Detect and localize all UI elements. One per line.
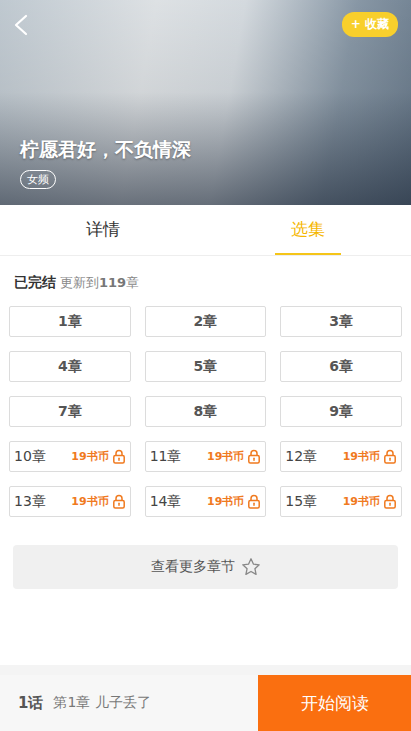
book-title: 柠愿君好，不负情深: [20, 137, 191, 163]
chapter-button[interactable]: 8章: [145, 396, 267, 427]
price-text: 19书币: [207, 449, 244, 464]
more-chapters-label: 查看更多章节: [151, 558, 235, 576]
lock-icon: [247, 494, 261, 509]
price-text: 19书币: [207, 494, 244, 509]
chapter-button[interactable]: 3章: [280, 306, 402, 337]
price-text: 19书币: [343, 494, 380, 509]
price-text: 19书币: [71, 494, 108, 509]
cover-header: + 收藏柠愿君好，不负情深女频: [0, 0, 411, 205]
chapter-button[interactable]: 4章: [9, 351, 131, 382]
chapter-price: 19书币: [71, 494, 125, 509]
chapter-price: 19书币: [343, 449, 397, 464]
chapter-label: 5章: [194, 358, 218, 376]
chapter-label: 11章: [150, 448, 182, 466]
status-state: 已完结: [14, 274, 56, 292]
chapter-label: 13章: [14, 493, 46, 511]
chapter-price: 19书币: [207, 449, 261, 464]
chapter-button[interactable]: 15章 19书币: [280, 486, 402, 517]
chapter-label: 2章: [194, 313, 218, 331]
top-row: + 收藏: [20, 12, 398, 37]
chapter-grid: 1章2章3章4章5章6章7章8章9章10章19书币11章19书币12章19书币1…: [0, 306, 411, 517]
lock-icon: [112, 494, 126, 509]
chapter-button[interactable]: 12章 19书币: [280, 441, 402, 472]
chapter-button[interactable]: 1章: [9, 306, 131, 337]
tab[interactable]: 选集: [206, 205, 411, 255]
book-page: + 收藏柠愿君好，不负情深女频详情选集已完结更新到119章1章2章3章4章5章6…: [0, 0, 411, 731]
chapter-label: 6章: [329, 358, 353, 376]
reading-progress: 1话第1章 儿子丢了: [0, 675, 258, 731]
chapter-button[interactable]: 5章: [145, 351, 267, 382]
chapter-title: 第1章 儿子丢了: [53, 694, 150, 712]
chapter-label: 15章: [285, 493, 317, 511]
chapter-label: 9章: [329, 403, 353, 421]
lock-icon: [383, 494, 397, 509]
chapter-label: 10章: [14, 448, 46, 466]
chapter-button[interactable]: 10章 19书币: [9, 441, 131, 472]
chapter-button[interactable]: 14章 19书币: [145, 486, 267, 517]
chapter-label: 7章: [58, 403, 82, 421]
chapter-label: 12章: [285, 448, 317, 466]
price-text: 19书币: [71, 449, 108, 464]
status-row: 已完结更新到119章: [0, 256, 411, 306]
collect-button[interactable]: + 收藏: [342, 12, 398, 37]
back-arrow-icon[interactable]: [12, 14, 32, 36]
chapter-button[interactable]: 9章: [280, 396, 402, 427]
title-block: 柠愿君好，不负情深女频: [20, 137, 398, 189]
update-info: 更新到119章: [60, 274, 139, 292]
book-tag: 女频: [20, 170, 56, 189]
chapter-label: 8章: [194, 403, 218, 421]
chapter-button[interactable]: 13章 19书币: [9, 486, 131, 517]
chapter-label: 3章: [329, 313, 353, 331]
chapter-label: 14章: [150, 493, 182, 511]
tab-bar: 详情 选集: [0, 205, 411, 256]
lock-icon: [247, 449, 261, 464]
chapter-label: 1章: [58, 313, 82, 331]
chapter-button[interactable]: 6章: [280, 351, 402, 382]
chapter-price: 19书币: [207, 494, 261, 509]
price-text: 19书币: [343, 449, 380, 464]
episode-label: 1话: [18, 694, 43, 713]
star-icon: [241, 557, 261, 577]
chapter-button[interactable]: 11章 19书币: [145, 441, 267, 472]
chapter-label: 4章: [58, 358, 82, 376]
bottom-bar: 1话第1章 儿子丢了开始阅读: [0, 675, 411, 731]
tab-label: 选集: [275, 205, 341, 255]
chapter-panel: 已完结更新到119章 1章 2章 3章 4章 5章 6章 7章 8章 9章 10章 19书币 11章 19…: [0, 256, 411, 675]
lock-icon: [112, 449, 126, 464]
tab-label: 详情: [70, 205, 136, 255]
chapter-button[interactable]: 7章: [9, 396, 131, 427]
more-chapters-button[interactable]: 查看更多章节: [13, 545, 398, 589]
chapter-button[interactable]: 2章: [145, 306, 267, 337]
chapter-price: 19书币: [343, 494, 397, 509]
tab[interactable]: 详情: [0, 205, 206, 255]
lock-icon: [383, 449, 397, 464]
start-reading-button[interactable]: 开始阅读: [258, 675, 411, 731]
chapter-price: 19书币: [71, 449, 125, 464]
